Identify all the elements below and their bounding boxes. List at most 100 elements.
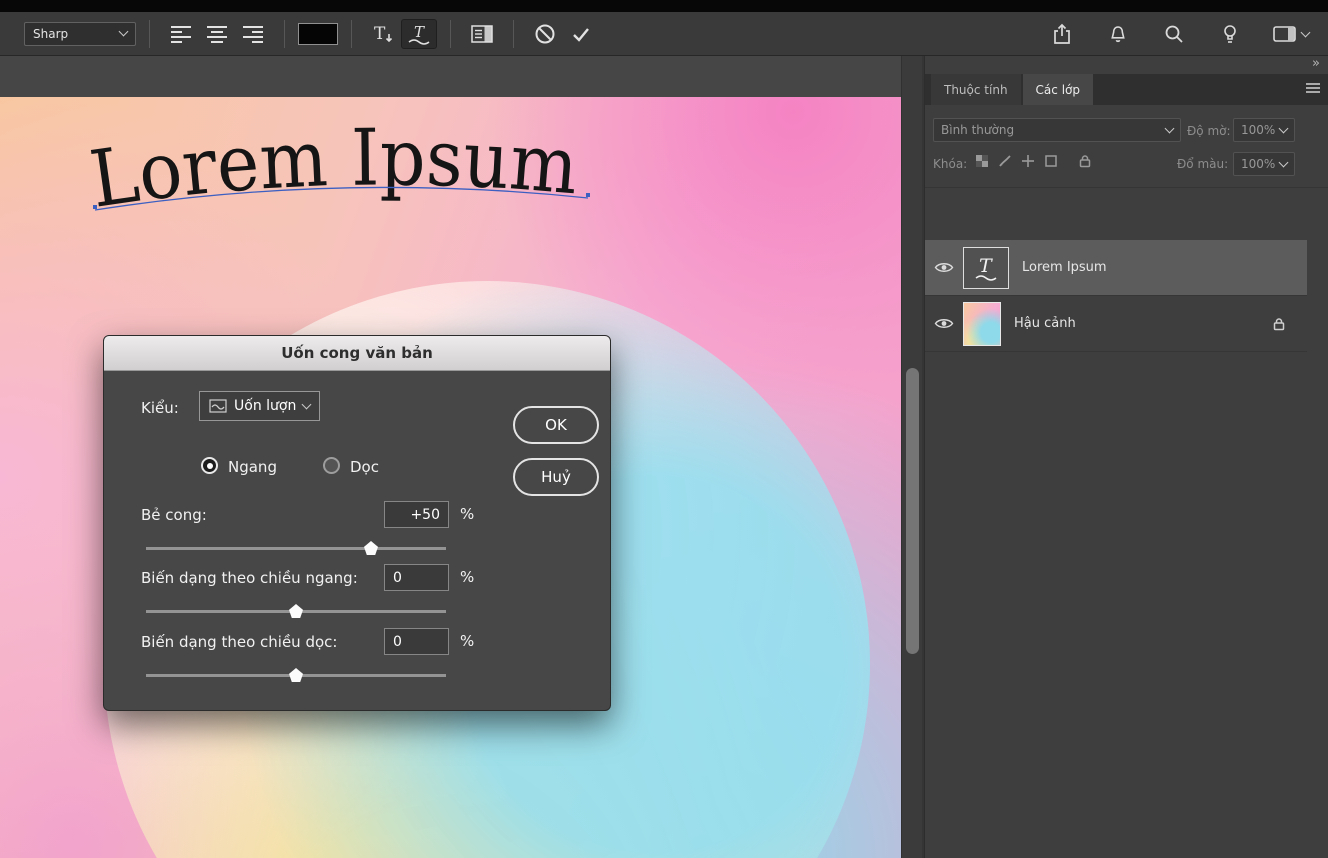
toolbar-right-cluster [1044, 18, 1314, 50]
ok-button[interactable]: OK [513, 406, 599, 444]
h-distort-slider[interactable] [146, 610, 446, 613]
align-right-button[interactable] [235, 19, 271, 49]
checkerboard-icon [975, 154, 989, 168]
lock-artboard-button[interactable] [1044, 154, 1058, 168]
warp-text-button[interactable]: T [401, 19, 437, 49]
separator [513, 20, 514, 48]
path-anchor-end[interactable] [586, 193, 590, 197]
svg-text:T: T [979, 255, 993, 277]
menubar-strip [0, 0, 1328, 12]
commit-edits-button[interactable] [563, 19, 599, 49]
panels-icon [471, 25, 493, 43]
warp-text-icon: T [406, 23, 432, 45]
cancel-button[interactable]: Huỷ [513, 458, 599, 496]
v-distort-slider[interactable] [146, 674, 446, 677]
lock-all-button[interactable] [1079, 154, 1091, 168]
orientation-horizontal-radio[interactable] [201, 457, 218, 474]
align-left-icon [170, 25, 192, 43]
cancel-edits-button[interactable] [527, 19, 563, 49]
layer-row-lorem-ipsum[interactable]: T Lorem Ipsum [925, 240, 1307, 296]
canvas-vertical-scrollbar[interactable] [901, 56, 922, 858]
tab-layers[interactable]: Các lớp [1023, 74, 1093, 105]
type-settings-button[interactable]: T [365, 19, 401, 49]
type-settings-icon: T [371, 23, 395, 45]
layer-visibility-toggle[interactable] [925, 317, 963, 330]
h-distort-slider-thumb[interactable] [289, 604, 303, 618]
separator [351, 20, 352, 48]
notifications-button[interactable] [1100, 19, 1136, 49]
path-anchor-start[interactable] [93, 205, 97, 209]
layer-row-background[interactable]: Hậu cảnh [925, 296, 1307, 352]
search-button[interactable] [1156, 19, 1192, 49]
lock-position-button[interactable] [1021, 154, 1035, 168]
chevron-down-icon [1165, 123, 1175, 133]
lock-pixels-button[interactable] [998, 154, 1012, 168]
v-distort-label: Biến dạng theo chiều dọc: [141, 633, 337, 651]
layers-panel: » Thuộc tính Các lớp Bình thường Độ mờ: … [924, 56, 1328, 858]
divider [925, 187, 1328, 188]
search-icon [1164, 24, 1184, 44]
orientation-vertical-label: Dọc [350, 458, 379, 476]
align-center-icon [206, 25, 228, 43]
blend-mode-dropdown[interactable]: Bình thường [933, 118, 1181, 142]
text-color-swatch[interactable] [298, 23, 338, 45]
layer-name: Lorem Ipsum [1022, 260, 1107, 275]
orientation-horizontal-label: Ngang [228, 458, 277, 476]
separator [149, 20, 150, 48]
align-left-button[interactable] [163, 19, 199, 49]
workspace-switcher-button[interactable] [1268, 19, 1314, 49]
bend-input[interactable]: +50 [384, 501, 449, 528]
bell-icon [1108, 24, 1128, 45]
svg-text:T: T [414, 23, 425, 41]
opacity-value-box[interactable]: 100% [1233, 118, 1295, 142]
anti-alias-value: Sharp [33, 27, 68, 41]
bend-unit: % [460, 505, 474, 523]
share-button[interactable] [1044, 19, 1080, 49]
discover-button[interactable] [1212, 19, 1248, 49]
anti-alias-dropdown[interactable]: Sharp [24, 22, 136, 46]
h-distort-input[interactable]: 0 [384, 564, 449, 591]
tab-properties[interactable]: Thuộc tính [931, 74, 1021, 105]
layer-visibility-toggle[interactable] [925, 261, 963, 274]
bend-slider[interactable] [146, 547, 446, 550]
eye-icon [934, 261, 954, 274]
toggle-panels-button[interactable] [464, 19, 500, 49]
frame-icon [1044, 154, 1058, 168]
layer-name: Hậu cảnh [1014, 316, 1076, 331]
orientation-vertical-radio[interactable] [323, 457, 340, 474]
canvas-text: Lorem Ipsum [85, 113, 581, 225]
eye-icon [934, 317, 954, 330]
text-layer-thumbnail[interactable]: T [963, 247, 1009, 289]
lock-icon [1079, 154, 1091, 168]
align-right-icon [242, 25, 264, 43]
panel-tabbar: Thuộc tính Các lớp [925, 74, 1328, 105]
fill-value-box[interactable]: 100% [1233, 152, 1295, 176]
v-distort-slider-thumb[interactable] [289, 668, 303, 682]
options-bar: Sharp T T [0, 12, 1328, 56]
collapse-panel-chevrons[interactable]: » [1312, 56, 1320, 72]
separator [450, 20, 451, 48]
layer-lock-badge [1273, 317, 1285, 331]
dialog-title[interactable]: Uốn cong văn bản [104, 336, 610, 371]
warped-text-layer[interactable]: Lorem Ipsum [0, 97, 901, 317]
lock-icon [1273, 317, 1285, 331]
bend-slider-thumb[interactable] [364, 541, 378, 555]
chevron-down-icon [1279, 123, 1289, 133]
v-distort-input[interactable]: 0 [384, 628, 449, 655]
align-center-button[interactable] [199, 19, 235, 49]
lock-buttons-group [975, 154, 1091, 168]
style-label: Kiểu: [141, 399, 179, 417]
separator [284, 20, 285, 48]
h-distort-unit: % [460, 568, 474, 586]
chevron-down-icon [119, 27, 129, 37]
panel-menu-button[interactable] [1305, 82, 1321, 94]
fill-value: 100% [1241, 157, 1275, 171]
lock-transparency-button[interactable] [975, 154, 989, 168]
v-distort-unit: % [460, 632, 474, 650]
h-distort-label: Biến dạng theo chiều ngang: [141, 569, 358, 587]
chevron-down-icon [1279, 157, 1289, 167]
blend-mode-value: Bình thường [941, 123, 1014, 137]
warp-style-dropdown[interactable]: Uốn lượn [199, 391, 320, 421]
scrollbar-thumb[interactable] [906, 368, 919, 654]
image-layer-thumbnail[interactable] [963, 302, 1001, 346]
